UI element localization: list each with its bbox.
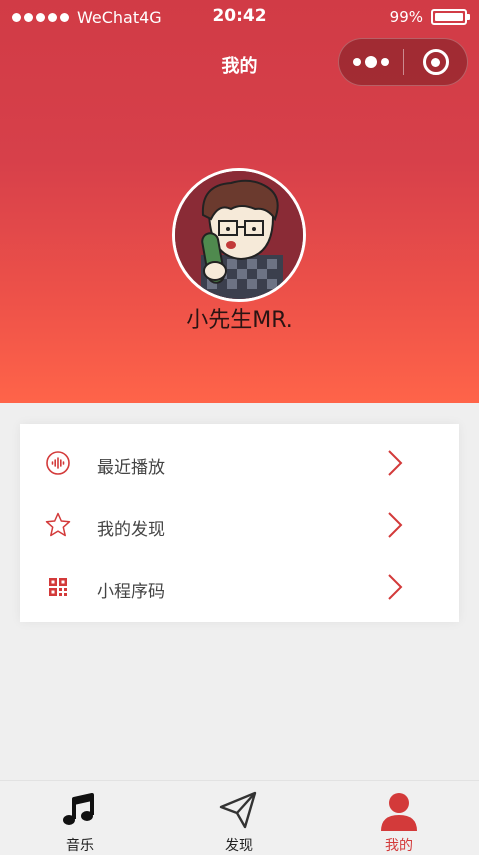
chevron-right-icon: [388, 512, 403, 538]
menu-item-recent-play[interactable]: 最近播放: [20, 432, 459, 494]
avatar[interactable]: [172, 168, 306, 302]
qr-code-icon: [49, 578, 67, 596]
menu-item-label: 我的发现: [97, 520, 165, 540]
paper-plane-icon: [219, 791, 257, 829]
tab-label: 发现: [225, 838, 253, 854]
tab-label: 我的: [385, 838, 413, 854]
chevron-right-icon: [388, 450, 403, 476]
battery-info: 99%: [389, 8, 470, 26]
menu-item-my-discoveries[interactable]: 我的发现: [20, 494, 459, 556]
tab-label: 音乐: [66, 838, 94, 854]
status-bar: WeChat4G 20:42 99%: [0, 0, 479, 34]
star-icon: [45, 512, 71, 537]
tab-discover[interactable]: 发现: [159, 781, 319, 855]
battery-icon: [431, 9, 470, 25]
chevron-right-icon: [388, 574, 403, 600]
avatar-illustration: [175, 171, 303, 299]
target-icon: [422, 49, 449, 75]
profile-header: WeChat4G 20:42 99% 我的 小先生MR.: [0, 0, 479, 403]
user-icon: [381, 793, 417, 831]
music-note-icon: [63, 793, 94, 825]
tab-mine[interactable]: 我的: [319, 781, 479, 855]
battery-percent: 99%: [389, 8, 423, 26]
close-button[interactable]: [404, 39, 467, 85]
tab-music[interactable]: 音乐: [0, 781, 160, 855]
mini-program-capsule: [338, 38, 468, 86]
more-button[interactable]: [339, 39, 403, 85]
menu-item-mini-program-code[interactable]: 小程序码: [20, 556, 459, 618]
username: 小先生MR.: [186, 308, 293, 333]
tab-bar: 音乐 发现 我的: [0, 780, 479, 855]
menu-item-label: 最近播放: [97, 458, 165, 478]
audio-wave-icon: [46, 451, 70, 475]
menu-list: 最近播放 我的发现 小程序码: [20, 424, 459, 622]
menu-item-label: 小程序码: [97, 582, 165, 602]
